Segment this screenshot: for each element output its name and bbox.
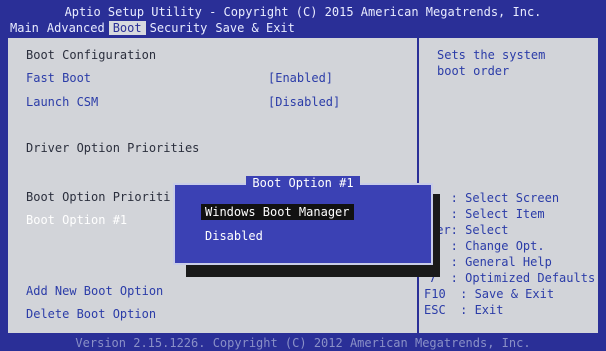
launch-csm-value[interactable]: [Disabled] [268, 95, 340, 109]
footer-version: Version 2.15.1226. Copyright (C) 2012 Am… [75, 336, 531, 350]
boot-option-1-item[interactable]: Boot Option #1 [26, 213, 127, 227]
key-general-help: : General Help [429, 255, 552, 269]
option-windows-boot-manager[interactable]: Windows Boot Manager [201, 204, 354, 220]
tab-boot[interactable]: Boot [108, 21, 146, 35]
driver-option-priorities-heading: Driver Option Priorities [26, 141, 200, 155]
key-enter-select: ter: Select [429, 223, 509, 237]
option-disabled[interactable]: Disabled [201, 228, 267, 244]
bios-header: Aptio Setup Utility - Copyright (C) 2015… [0, 0, 606, 36]
key-optimized-defaults: 7 : Optimized Defaults [429, 271, 596, 285]
help-line-1: Sets the system [437, 48, 546, 62]
key-select-screen: ← : Select Screen [429, 191, 560, 205]
add-new-boot-option[interactable]: Add New Boot Option [26, 284, 163, 298]
help-line-2: boot order [437, 64, 510, 78]
dialog-title: Boot Option #1 [246, 176, 360, 190]
bios-footer: Version 2.15.1226. Copyright (C) 2012 Am… [0, 335, 606, 351]
help-pane: Sets the system boot order ← : Select Sc… [419, 38, 598, 333]
menu-bar: Main Advanced Boot Security Save & Exit [6, 21, 299, 35]
tab-main[interactable]: Main [6, 21, 43, 35]
tab-security[interactable]: Security [146, 21, 212, 35]
key-select-item: ↑ : Select Item [429, 207, 545, 221]
boot-configuration-heading: Boot Configuration [26, 48, 157, 62]
key-change-opt: - : Change Opt. [429, 239, 545, 253]
header-title: Aptio Setup Utility - Copyright (C) 2015… [64, 5, 542, 19]
tab-advanced[interactable]: Advanced [43, 21, 109, 35]
tab-save-exit[interactable]: Save & Exit [211, 21, 298, 35]
boot-option-priorities-heading: Boot Option Prioriti [26, 190, 171, 204]
fast-boot-value[interactable]: [Enabled] [268, 71, 333, 85]
delete-boot-option[interactable]: Delete Boot Option [26, 307, 156, 321]
key-save-exit: F10 : Save & Exit [424, 287, 555, 301]
key-exit: ESC : Exit [424, 303, 504, 317]
boot-option-dialog: Boot Option #1 Windows Boot Manager Disa… [173, 176, 433, 265]
launch-csm-label[interactable]: Launch CSM [26, 95, 98, 109]
fast-boot-label[interactable]: Fast Boot [26, 71, 91, 85]
